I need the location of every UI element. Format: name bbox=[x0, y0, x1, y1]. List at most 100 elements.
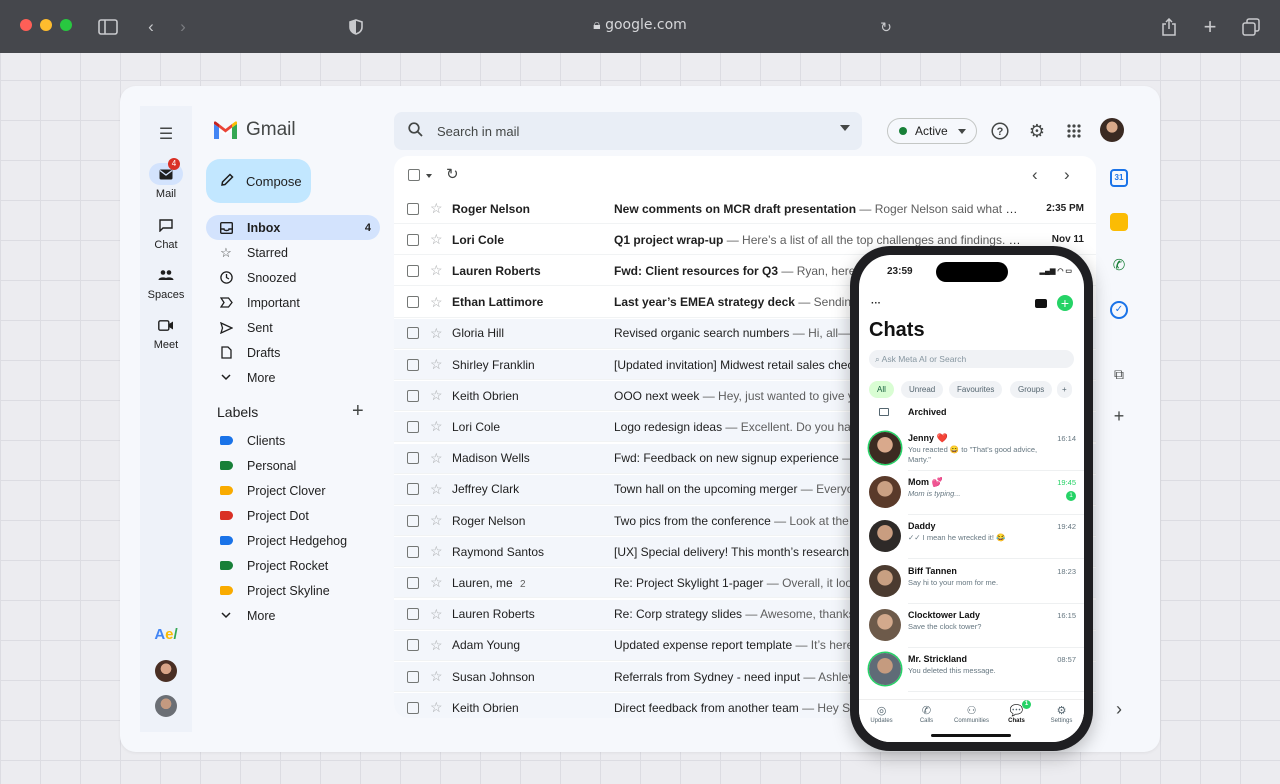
chat-list-item[interactable]: Daddy ✓✓ I mean he wrecked it! 😂 19:42 bbox=[859, 515, 1084, 560]
row-checkbox[interactable] bbox=[407, 358, 419, 371]
row-checkbox[interactable] bbox=[407, 545, 419, 558]
star-icon[interactable]: ☆ bbox=[430, 231, 443, 248]
labels-more[interactable]: More bbox=[206, 603, 380, 628]
close-window-button[interactable] bbox=[20, 19, 32, 31]
minimize-window-button[interactable] bbox=[40, 19, 52, 31]
zoom-window-button[interactable] bbox=[60, 19, 72, 31]
label-project-rocket[interactable]: Project Rocket bbox=[206, 553, 380, 578]
avatar[interactable] bbox=[155, 660, 177, 682]
help-icon[interactable]: ? bbox=[990, 121, 1010, 141]
nav-starred[interactable]: ☆ Starred bbox=[206, 240, 380, 265]
more-options-icon[interactable]: ··· bbox=[871, 298, 881, 309]
label-project-skyline[interactable]: Project Skyline bbox=[206, 578, 380, 603]
tab-chats[interactable]: 💬 1 Chats bbox=[994, 700, 1039, 724]
workspace-logo-icon[interactable]: Ae/ bbox=[140, 626, 192, 643]
row-checkbox[interactable] bbox=[407, 608, 419, 621]
star-icon[interactable]: ☆ bbox=[430, 512, 443, 529]
forward-icon[interactable]: › bbox=[172, 16, 194, 38]
shield-icon[interactable] bbox=[345, 16, 367, 38]
row-checkbox[interactable] bbox=[407, 296, 419, 309]
chat-list-item[interactable]: Mom 💕 Mom is typing... 19:45 1 bbox=[859, 471, 1084, 516]
nav-snoozed[interactable]: Snoozed bbox=[206, 265, 380, 290]
gmail-logo[interactable]: Gmail bbox=[213, 119, 296, 141]
star-icon[interactable]: ☆ bbox=[430, 699, 443, 716]
add-label-button[interactable]: + bbox=[352, 400, 364, 423]
star-icon[interactable]: ☆ bbox=[430, 668, 443, 685]
new-chat-button[interactable]: + bbox=[1057, 295, 1073, 311]
nav-important[interactable]: Important bbox=[206, 290, 380, 315]
apps-grid-icon[interactable] bbox=[1064, 121, 1084, 141]
share-icon[interactable] bbox=[1158, 16, 1180, 38]
addons-puzzle-icon[interactable]: ⧉ bbox=[1110, 365, 1128, 383]
label-project-clover[interactable]: Project Clover bbox=[206, 478, 380, 503]
star-icon[interactable]: ☆ bbox=[430, 387, 443, 404]
row-checkbox[interactable] bbox=[407, 202, 419, 215]
star-icon[interactable]: ☆ bbox=[430, 606, 443, 623]
filter-groups[interactable]: Groups bbox=[1010, 381, 1053, 398]
chat-list-item[interactable]: Mr. Strickland You deleted this message. 0… bbox=[859, 648, 1084, 692]
row-checkbox[interactable] bbox=[407, 420, 419, 433]
row-checkbox[interactable] bbox=[407, 670, 419, 683]
calendar-icon[interactable]: 31 bbox=[1110, 169, 1128, 187]
row-checkbox[interactable] bbox=[407, 233, 419, 246]
chat-list-item[interactable]: Biff Tannen Say hi to your mom for me. 18:… bbox=[859, 560, 1084, 604]
new-tab-icon[interactable]: + bbox=[1199, 14, 1221, 39]
back-icon[interactable]: ‹ bbox=[140, 16, 162, 38]
address-bar[interactable]: 🔒︎ google.com bbox=[540, 17, 740, 33]
avatar[interactable] bbox=[155, 695, 177, 717]
reload-icon[interactable]: ↻ bbox=[875, 16, 897, 38]
star-icon[interactable]: ☆ bbox=[430, 450, 443, 467]
settings-gear-icon[interactable]: ⚙ bbox=[1027, 121, 1047, 141]
add-addon-icon[interactable]: + bbox=[1110, 407, 1128, 425]
row-checkbox[interactable] bbox=[407, 514, 419, 527]
star-icon[interactable]: ☆ bbox=[430, 262, 443, 279]
camera-icon[interactable] bbox=[1035, 299, 1047, 308]
star-icon[interactable]: ☆ bbox=[430, 418, 443, 435]
rail-spaces[interactable]: Spaces bbox=[140, 264, 192, 301]
select-all-checkbox[interactable] bbox=[408, 169, 420, 181]
label-project-dot[interactable]: Project Dot bbox=[206, 503, 380, 528]
chat-list-item[interactable]: Jenny ❤️ You reacted 😄 to "That's good ad… bbox=[859, 427, 1084, 471]
row-checkbox[interactable] bbox=[407, 389, 419, 402]
star-icon[interactable]: ☆ bbox=[430, 543, 443, 560]
expand-panel-icon[interactable]: › bbox=[1110, 700, 1128, 718]
tab-calls[interactable]: ✆ Calls bbox=[904, 704, 949, 724]
compose-button[interactable]: Compose bbox=[206, 159, 311, 203]
sidebar-toggle-icon[interactable] bbox=[97, 16, 119, 38]
archived-row[interactable]: Archived bbox=[859, 405, 1084, 425]
table-row[interactable]: ☆ Roger Nelson New comments on MCR draft p… bbox=[394, 194, 1096, 224]
star-icon[interactable]: ☆ bbox=[430, 325, 443, 342]
star-icon[interactable]: ☆ bbox=[430, 356, 443, 373]
rail-chat[interactable]: Chat bbox=[140, 214, 192, 251]
search-options-icon[interactable] bbox=[840, 125, 850, 131]
row-checkbox[interactable] bbox=[407, 701, 419, 714]
star-icon[interactable]: ☆ bbox=[430, 637, 443, 654]
newer-page-icon[interactable]: ‹ bbox=[1032, 165, 1038, 185]
row-checkbox[interactable] bbox=[407, 452, 419, 465]
label-personal[interactable]: Personal bbox=[206, 453, 380, 478]
row-checkbox[interactable] bbox=[407, 576, 419, 589]
label-project-hedgehog[interactable]: Project Hedgehog bbox=[206, 528, 380, 553]
chat-list-item[interactable]: Clocktower Lady Save the clock tower? 16:1… bbox=[859, 604, 1084, 648]
refresh-icon[interactable]: ↻ bbox=[446, 165, 459, 183]
older-page-icon[interactable]: › bbox=[1064, 165, 1070, 185]
tab-settings[interactable]: ⚙ Settings bbox=[1039, 704, 1084, 724]
menu-icon[interactable]: ☰ bbox=[140, 124, 192, 144]
select-caret-icon[interactable] bbox=[426, 174, 432, 178]
rail-meet[interactable]: Meet bbox=[140, 314, 192, 351]
keep-icon[interactable] bbox=[1110, 213, 1128, 231]
search-bar[interactable]: Search in mail bbox=[394, 112, 862, 150]
star-icon[interactable]: ☆ bbox=[430, 481, 443, 498]
filter-all[interactable]: All bbox=[869, 381, 894, 398]
status-dropdown[interactable]: Active bbox=[887, 118, 977, 144]
star-icon[interactable]: ☆ bbox=[430, 574, 443, 591]
row-checkbox[interactable] bbox=[407, 264, 419, 277]
meta-ai-search[interactable]: ⌕ Ask Meta AI or Search bbox=[869, 350, 1074, 368]
nav-drafts[interactable]: Drafts bbox=[206, 340, 380, 365]
account-avatar[interactable] bbox=[1100, 118, 1124, 142]
tab-communities[interactable]: ⚇ Communities bbox=[949, 704, 994, 724]
phone-icon[interactable]: ✆ bbox=[1110, 257, 1128, 275]
star-icon[interactable]: ☆ bbox=[430, 200, 443, 217]
row-checkbox[interactable] bbox=[407, 639, 419, 652]
row-checkbox[interactable] bbox=[407, 483, 419, 496]
